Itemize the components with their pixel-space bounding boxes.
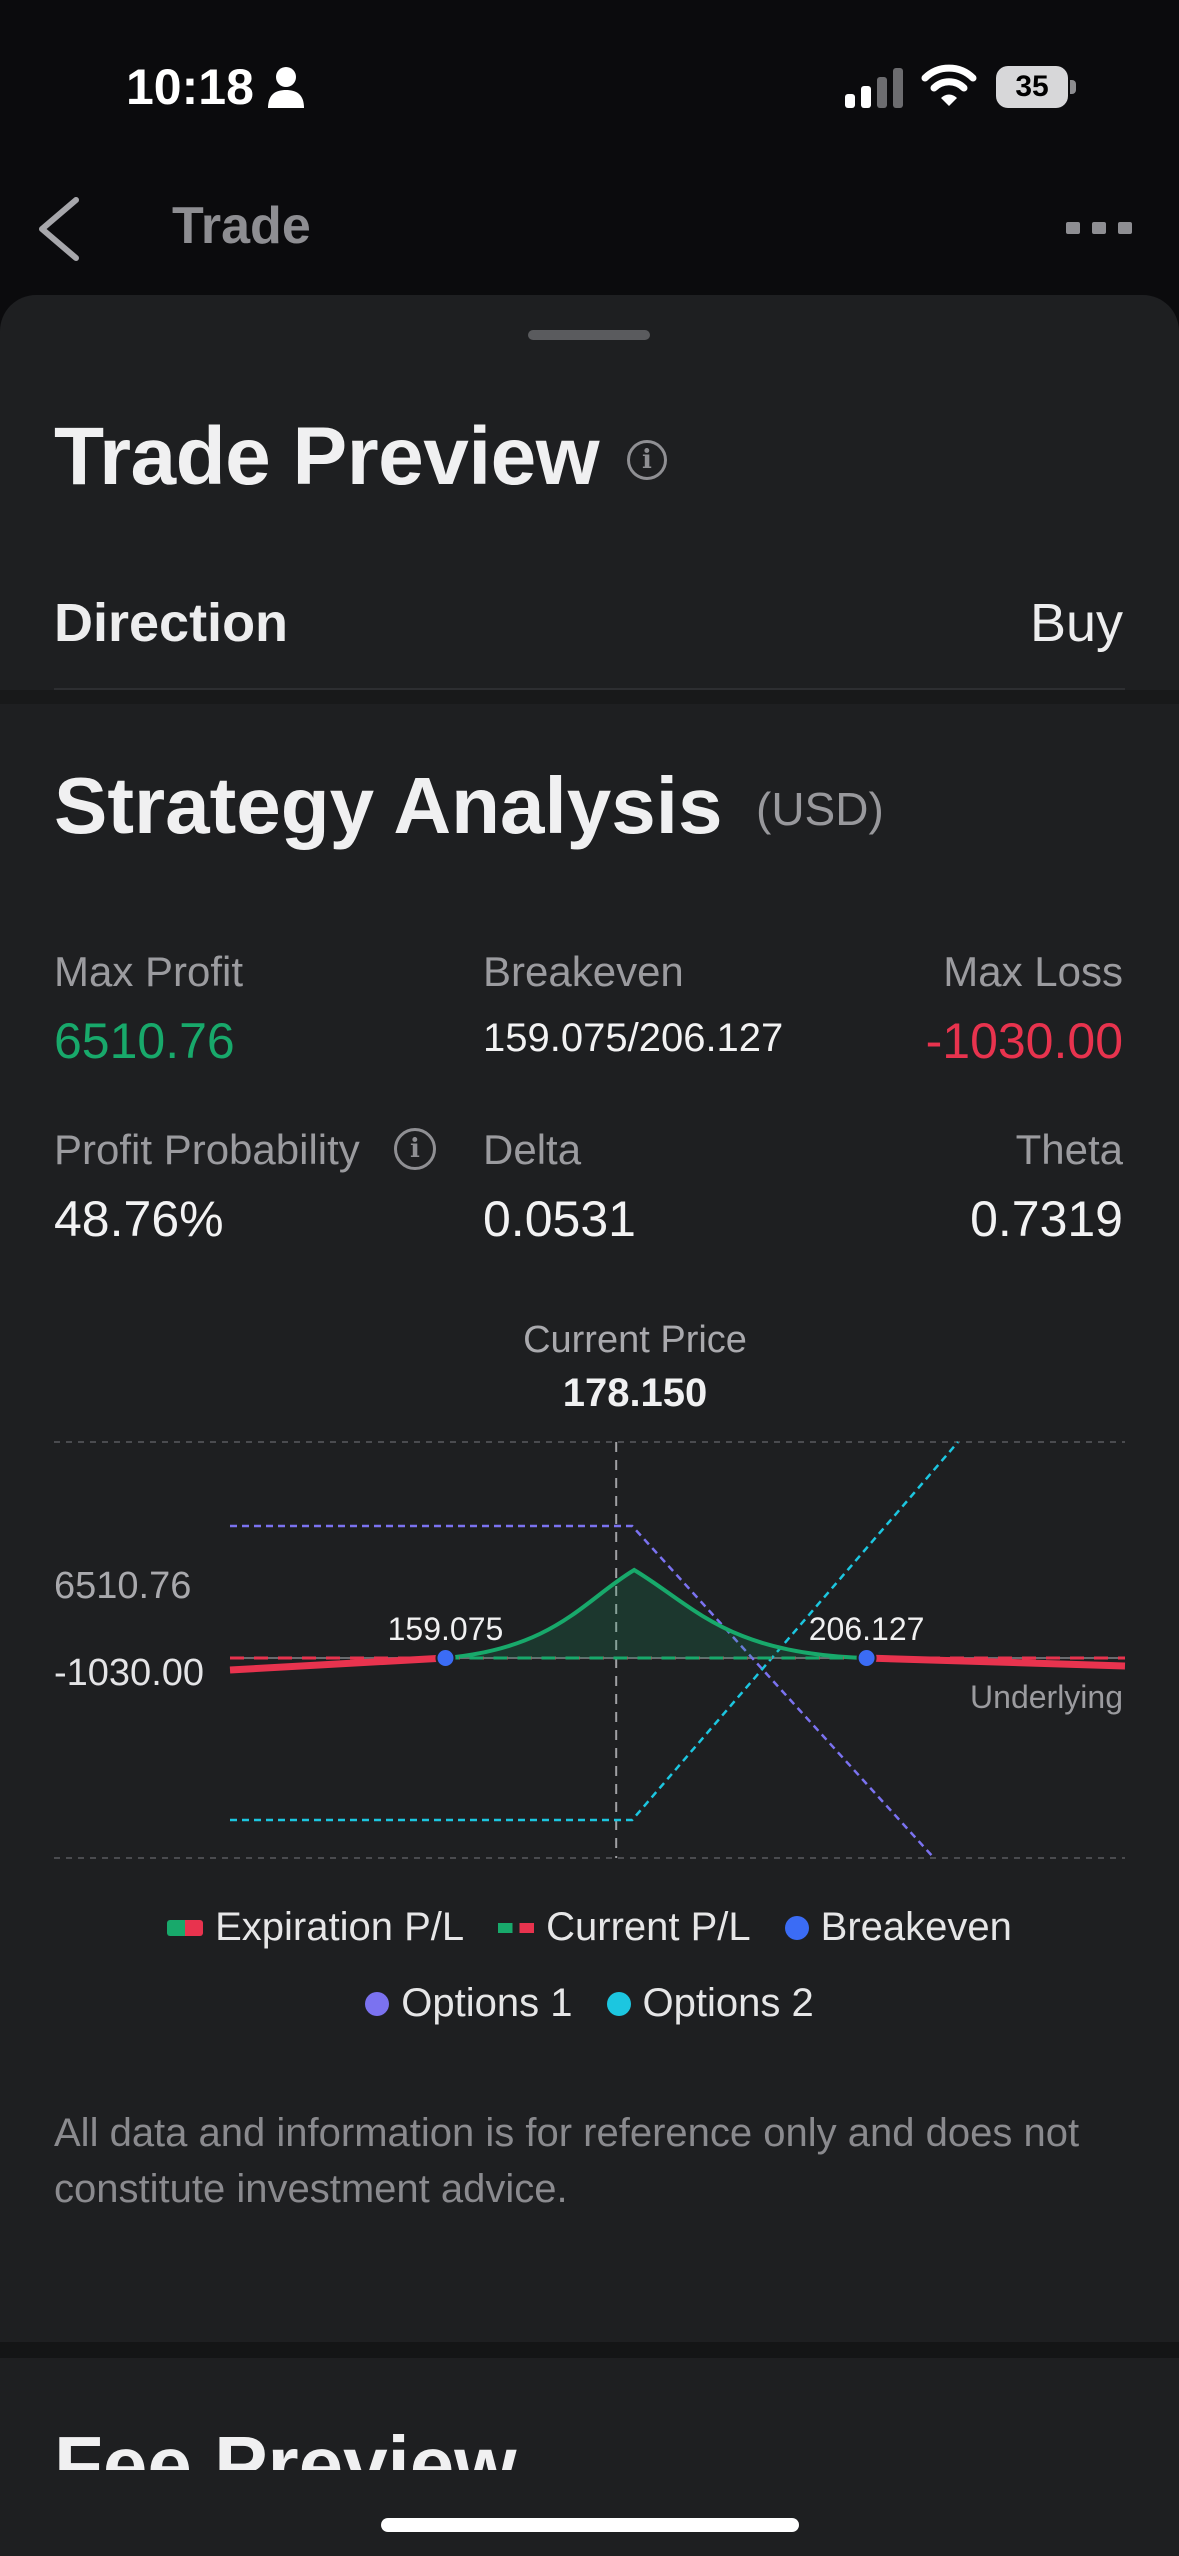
legend-breakeven[interactable]: Breakeven: [784, 1905, 1012, 1950]
y-tick-min: -1030.00: [54, 1652, 204, 1694]
breakeven-dot-icon: [784, 1915, 809, 1940]
disclaimer-text: All data and information is for referenc…: [54, 2111, 1080, 2211]
expiration-swatch-icon: [167, 1919, 204, 1936]
legend-current-pl[interactable]: Current P/L: [498, 1905, 751, 1950]
x-axis-label: Underlying: [970, 1679, 1123, 1715]
breakeven-label: Breakeven: [483, 948, 684, 995]
options-1-line: [230, 1524, 935, 1859]
trade-preview-title: Trade Preview: [54, 411, 600, 502]
current-swatch-icon: [498, 1922, 535, 1933]
max-profit-label: Max Profit: [54, 948, 244, 995]
battery-level: 35: [1015, 70, 1049, 103]
legend-label: Current P/L: [546, 1905, 751, 1949]
current-price-label: Current Price: [523, 1319, 747, 1361]
sheet-grabber[interactable]: [528, 330, 650, 340]
profit-probability-label: Profit Probability: [54, 1126, 360, 1173]
options2-dot-icon: [606, 1991, 631, 2016]
breakeven-point: [435, 1648, 456, 1668]
delta-value: 0.0531: [483, 1191, 636, 1247]
person-icon: [268, 67, 304, 108]
section-separator: [0, 690, 1179, 704]
currency-unit: (USD): [756, 783, 884, 835]
current-price-value: 178.150: [563, 1371, 708, 1415]
battery-icon: 35: [996, 66, 1076, 108]
max-profit-value: 6510.76: [54, 1013, 235, 1069]
legend-label: Options 2: [642, 1981, 814, 2025]
status-bar: 10:18 35: [0, 0, 1179, 170]
max-loss-label: Max Loss: [943, 948, 1123, 995]
expiration-loss-left: [229, 1654, 446, 1674]
clock: 10:18: [126, 59, 254, 115]
home-indicator[interactable]: [381, 2518, 799, 2532]
direction-value: Buy: [1029, 593, 1123, 653]
fee-preview-title: Fee Preview: [54, 2420, 517, 2470]
max-loss-value: -1030.00: [925, 1013, 1123, 1069]
breakeven-label: 206.127: [809, 1611, 925, 1647]
breakeven-label: 159.075: [388, 1611, 504, 1647]
section-separator: [0, 2342, 1179, 2358]
legend-label: Breakeven: [820, 1905, 1012, 1949]
options1-dot-icon: [365, 1991, 390, 2016]
profit-probability-info-icon[interactable]: i: [394, 1128, 436, 1170]
profit-probability-value: 48.76%: [54, 1191, 224, 1247]
strategy-analysis-title: Strategy Analysis: [54, 761, 723, 850]
legend-options-2[interactable]: Options 2: [606, 1981, 814, 2026]
cellular-signal-icon: [845, 68, 903, 108]
legend-label: Expiration P/L: [215, 1905, 465, 1949]
nav-title: Trade: [172, 197, 311, 255]
info-icon[interactable]: i: [627, 440, 667, 480]
theta-value: 0.7319: [970, 1191, 1123, 1247]
legend-label: Options 1: [401, 1981, 573, 2025]
back-chevron-icon[interactable]: [34, 196, 84, 262]
breakeven-value: 159.075/206.127: [483, 1016, 784, 1060]
y-tick-max: 6510.76: [54, 1565, 191, 1607]
pl-chart[interactable]: Current Price 178.150 6510.76 -1030.00 1…: [0, 1300, 1179, 1880]
legend-expiration-pl[interactable]: Expiration P/L: [167, 1905, 464, 1950]
delta-label: Delta: [483, 1126, 582, 1173]
direction-label: Direction: [54, 593, 289, 653]
breakeven-point: [856, 1648, 877, 1668]
wifi-icon: [921, 64, 977, 106]
legend-options-1[interactable]: Options 1: [365, 1981, 573, 2026]
theta-label: Theta: [1015, 1126, 1123, 1173]
more-options-icon[interactable]: [1066, 218, 1132, 238]
